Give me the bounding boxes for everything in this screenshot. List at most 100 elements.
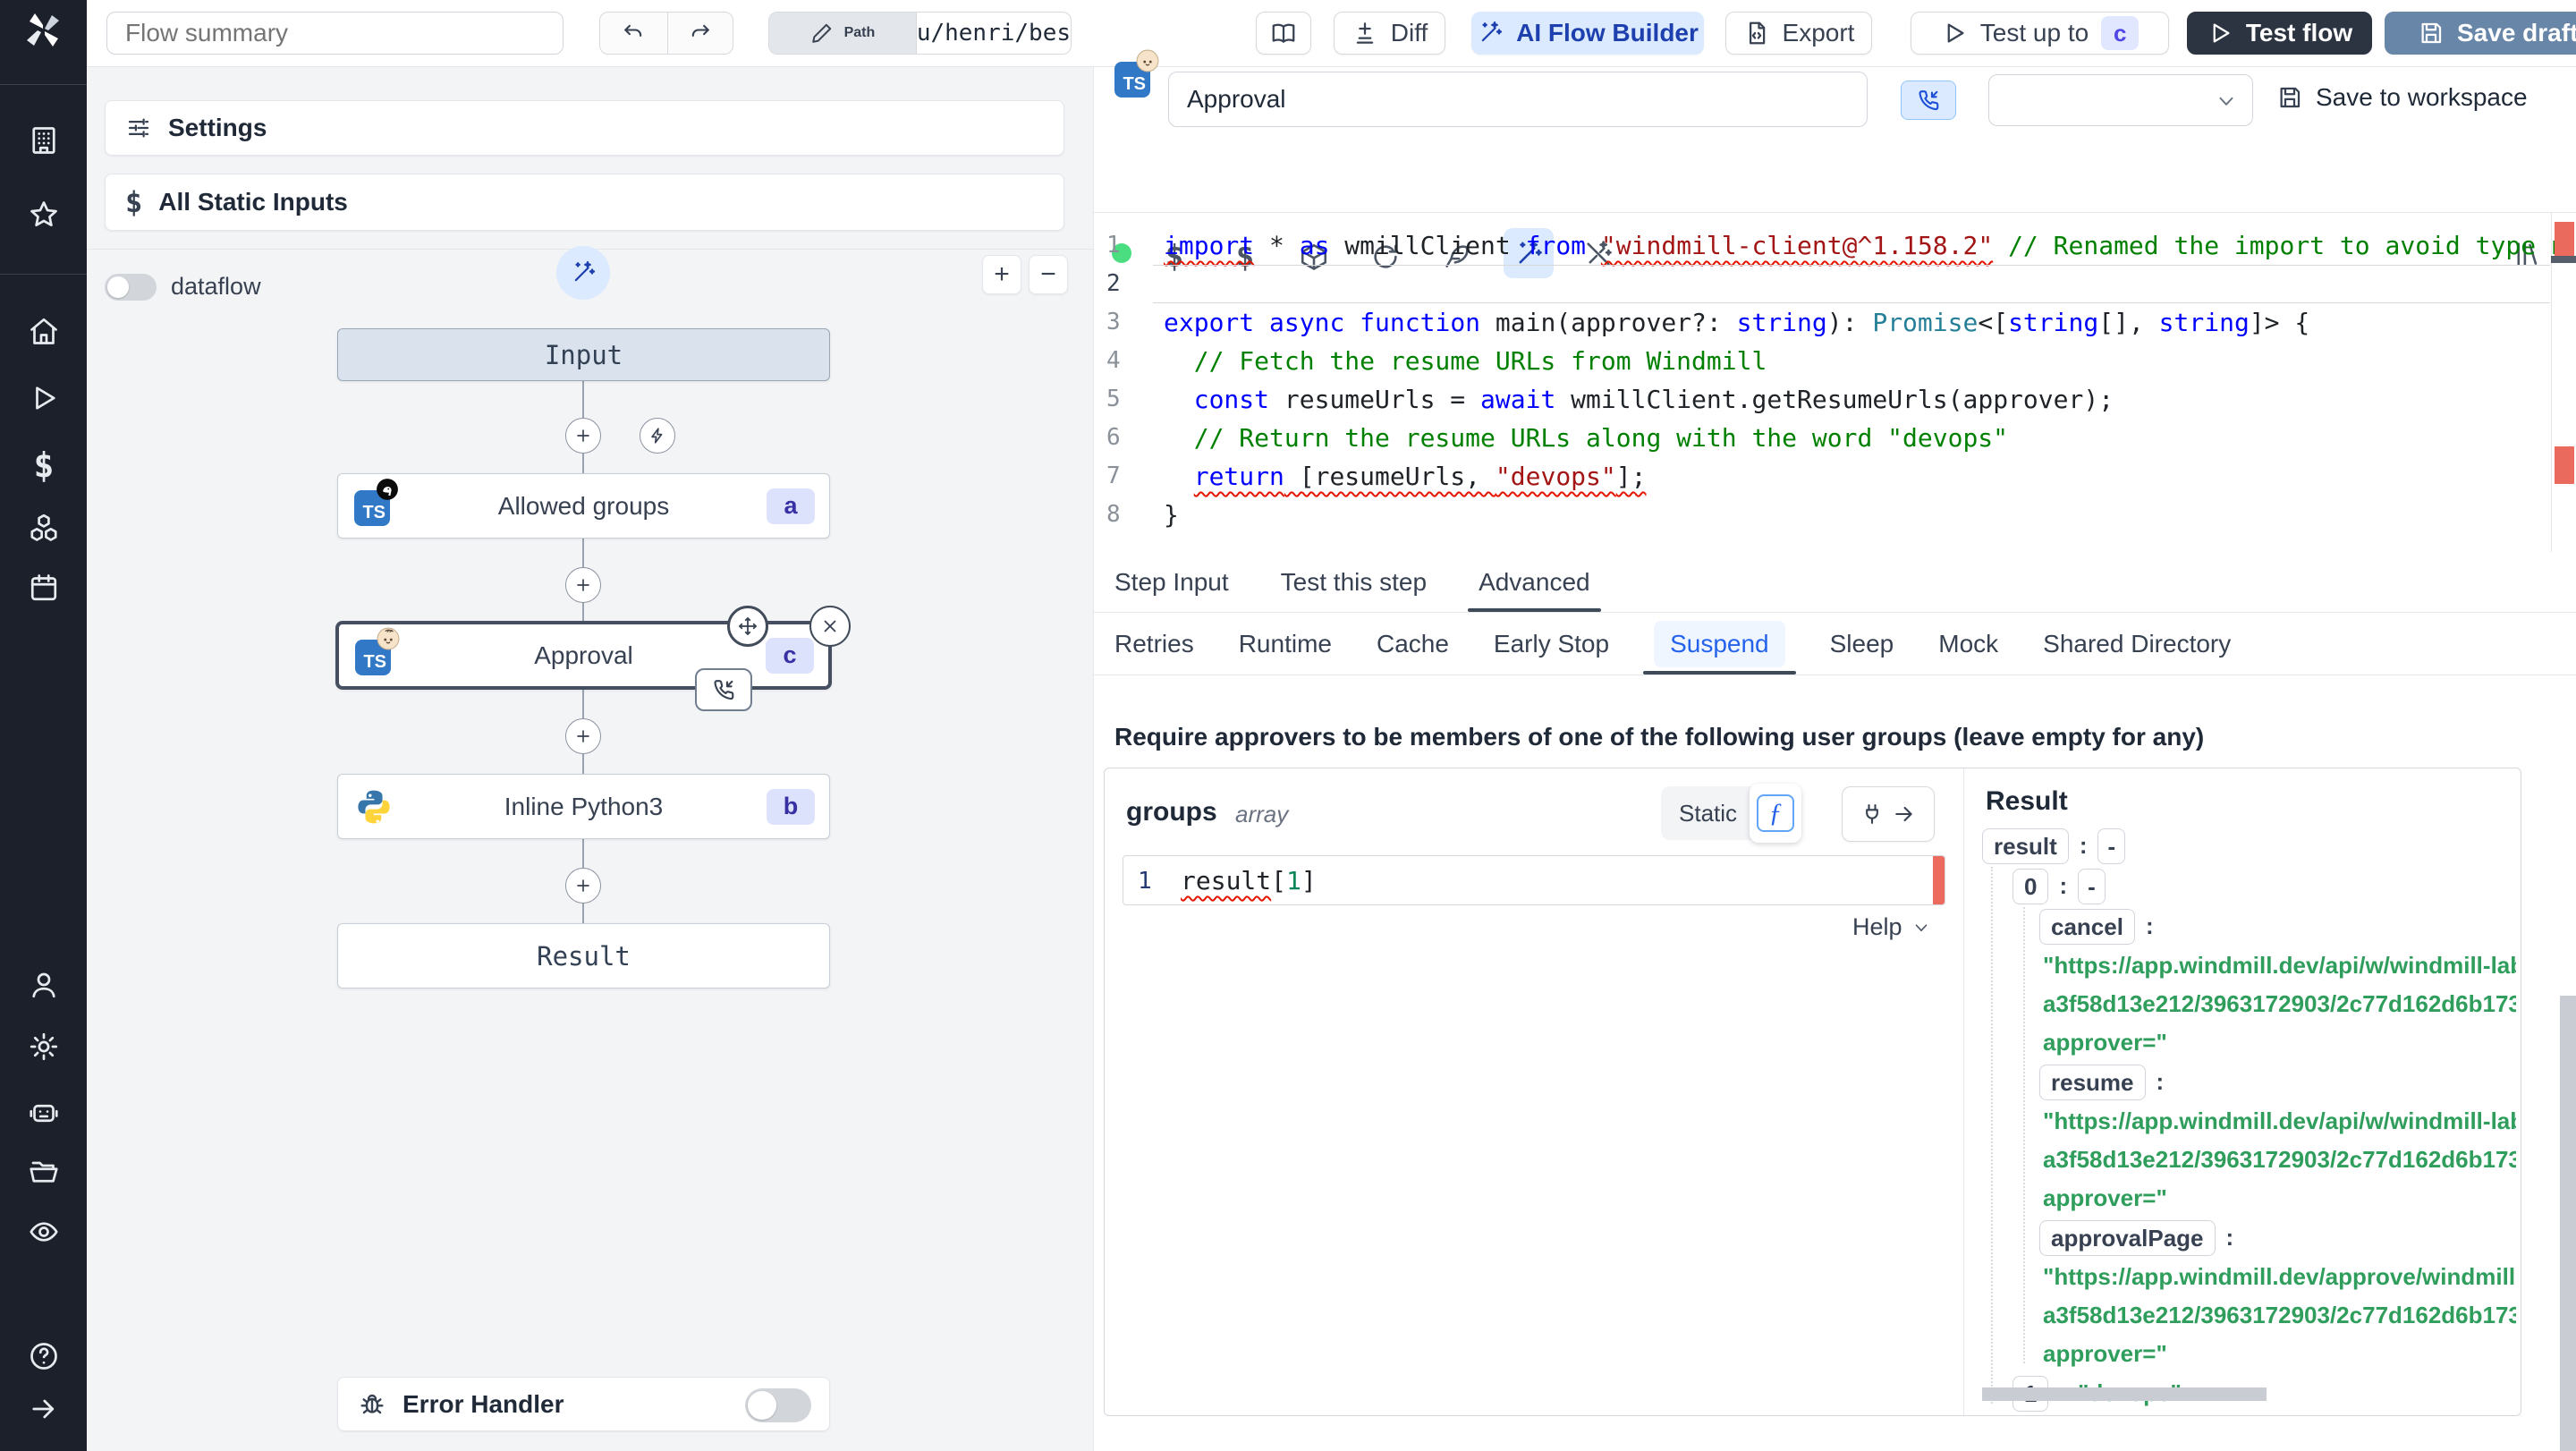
subtab-sleep[interactable]: Sleep — [1830, 613, 1894, 675]
settings-gear-icon[interactable] — [26, 1029, 62, 1065]
code-gutter: 1 2 3 4 5 6 7 8 — [1094, 226, 1153, 534]
result-section: Result result: -0: - cancel: "https://app.wi… — [1963, 768, 2521, 1415]
flow-summary-input[interactable] — [106, 12, 564, 55]
add-step-button[interactable] — [565, 567, 601, 603]
json-key[interactable]: 0 — [2012, 868, 2049, 904]
chevron-down-icon — [1911, 918, 1931, 938]
tab-advanced[interactable]: Advanced — [1468, 552, 1601, 612]
add-step-button[interactable] — [565, 718, 601, 754]
node-allowed-groups[interactable]: TS Allowed groups a — [337, 473, 830, 539]
subtab-suspend[interactable]: Suspend — [1643, 613, 1796, 675]
delete-node-button[interactable] — [809, 606, 851, 647]
subtab-early-stop[interactable]: Early Stop — [1494, 613, 1609, 675]
error-handler-card[interactable]: Error Handler — [337, 1377, 830, 1431]
help-dropdown[interactable]: Help — [1852, 913, 1931, 941]
node-result[interactable]: Result — [337, 923, 830, 989]
resources-boxes-icon[interactable] — [26, 510, 62, 546]
path-control[interactable]: Path u/henri/bes — [768, 12, 1072, 55]
schedules-calendar-icon[interactable] — [26, 570, 62, 606]
variables-dollar-icon[interactable]: $ — [26, 445, 62, 485]
windmill-logo-icon[interactable] — [21, 9, 64, 52]
subtab-mock[interactable]: Mock — [1938, 613, 1998, 675]
zoom-in-button[interactable]: + — [982, 255, 1021, 294]
step-name-input[interactable] — [1168, 72, 1868, 127]
colon: : — [2059, 872, 2068, 899]
json-row-approvalPage: approvalPage: — [1982, 1218, 2516, 1258]
colon: : — [2079, 832, 2088, 859]
json-key[interactable]: resume — [2039, 1064, 2146, 1100]
all-static-inputs-button[interactable]: $ All Static Inputs — [105, 174, 1064, 231]
subtab-runtime[interactable]: Runtime — [1239, 613, 1332, 675]
json-row-result: result: - — [1982, 826, 2516, 866]
groups-expression-editor[interactable]: 1 result[1] — [1123, 855, 1945, 905]
node-input[interactable]: Input — [337, 328, 830, 381]
export-label: Export — [1782, 19, 1855, 47]
suspend-phone-button[interactable] — [1901, 81, 1956, 120]
add-step-button[interactable] — [565, 418, 601, 454]
settings-label: Settings — [168, 114, 267, 141]
suspend-phone-indicator[interactable] — [695, 668, 752, 711]
node-python-badge: b — [767, 788, 815, 825]
docs-book-button[interactable] — [1256, 12, 1311, 55]
zoom-out-button[interactable]: − — [1029, 255, 1068, 294]
save-to-workspace-button[interactable]: Save to workspace — [2276, 83, 2528, 112]
runs-play-icon[interactable] — [26, 380, 62, 416]
save-floppy-icon — [2276, 84, 2303, 111]
test-up-to-button[interactable]: Test up to c — [1911, 12, 2169, 55]
dataflow-toggle[interactable] — [105, 274, 157, 301]
diff-button[interactable]: Diff — [1334, 12, 1445, 55]
error-handler-toggle[interactable] — [745, 1388, 811, 1422]
add-step-button[interactable] — [565, 868, 601, 904]
json-url-line: "https://app.windmill.dev/approve/windmi… — [2043, 1263, 2516, 1290]
folders-icon[interactable] — [26, 1153, 62, 1189]
script-version-select[interactable] — [1988, 74, 2253, 126]
redo-button[interactable] — [666, 13, 733, 54]
add-trigger-bolt-button[interactable] — [640, 418, 675, 454]
code-line — [1153, 265, 2550, 303]
ai-wand-button[interactable] — [556, 246, 610, 300]
code-editor[interactable]: 1 2 3 4 5 6 7 8 import * as wmillClient from "w… — [1094, 213, 2576, 552]
json-key[interactable]: result — [1982, 827, 2069, 864]
collapse-button[interactable]: - — [2078, 868, 2106, 904]
path-value: u/henri/bes — [915, 13, 1071, 54]
home-icon[interactable] — [26, 313, 62, 349]
move-node-button[interactable] — [727, 606, 768, 647]
groups-section: groups array Static ƒ 1 result[1] Help — [1105, 768, 1963, 1415]
json-key[interactable]: cancel — [2039, 908, 2135, 945]
undo-button[interactable] — [600, 13, 667, 54]
subtab-cache[interactable]: Cache — [1377, 613, 1449, 675]
vertical-scrollbar[interactable] — [2560, 996, 2576, 1451]
horizontal-scrollbar[interactable] — [1982, 1387, 2267, 1401]
json-key[interactable]: approvalPage — [2039, 1219, 2216, 1256]
save-draft-label: Save draft — [2457, 19, 2576, 47]
help-circle-icon[interactable] — [26, 1338, 62, 1374]
fx-expression-button[interactable]: ƒ — [1757, 794, 1795, 832]
static-toggle-control[interactable]: Static ƒ — [1661, 784, 1802, 843]
code-line: // Fetch the resume URLs from Windmill — [1164, 346, 1767, 376]
subtab-retries[interactable]: Retries — [1114, 613, 1194, 675]
expand-sidebar-arrow-icon[interactable] — [26, 1391, 62, 1427]
subtab-shared-directory[interactable]: Shared Directory — [2043, 613, 2231, 675]
export-button[interactable]: Export — [1725, 12, 1872, 55]
tab-test-this-step[interactable]: Test this step — [1281, 552, 1427, 612]
node-inline-python3[interactable]: Inline Python3 b — [337, 774, 830, 839]
book-open-icon — [1270, 20, 1297, 47]
audit-eye-icon[interactable] — [26, 1214, 62, 1250]
flow-settings-button[interactable]: Settings — [105, 100, 1064, 156]
workers-bot-icon[interactable] — [26, 1094, 62, 1130]
ai-flow-builder-label: AI Flow Builder — [1516, 19, 1699, 47]
test-flow-label: Test flow — [2245, 19, 2353, 47]
test-flow-button[interactable]: Test flow — [2187, 12, 2372, 55]
ai-flow-builder-button[interactable]: AI Flow Builder — [1471, 12, 1704, 55]
collapse-button[interactable]: - — [2097, 827, 2126, 864]
favorites-star-icon[interactable] — [26, 197, 62, 233]
save-draft-button[interactable]: Save draft — [2385, 12, 2576, 55]
workspace-icon[interactable] — [26, 123, 62, 158]
user-icon[interactable] — [26, 967, 62, 1003]
result-title: Result — [1986, 786, 2068, 816]
step-tabs: Step Input Test this step Advanced — [1094, 552, 2576, 613]
connect-input-button[interactable] — [1842, 786, 1935, 842]
plus-icon — [573, 426, 593, 445]
tab-step-input[interactable]: Step Input — [1114, 552, 1229, 612]
code-line: import * as wmillClient from "windmill-c… — [1164, 231, 2566, 260]
